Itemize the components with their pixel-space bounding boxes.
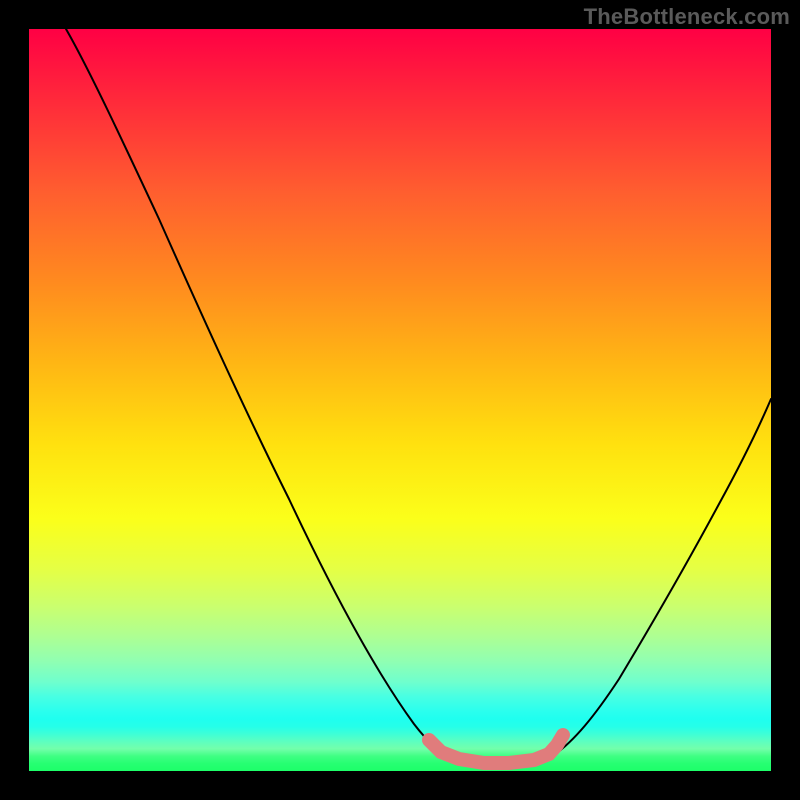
chart-frame: TheBottleneck.com [0, 0, 800, 800]
marker-band-path [429, 735, 563, 763]
watermark-text: TheBottleneck.com [584, 4, 790, 30]
plot-area [29, 29, 771, 771]
bottleneck-curve-path [66, 29, 771, 764]
chart-svg [29, 29, 771, 771]
